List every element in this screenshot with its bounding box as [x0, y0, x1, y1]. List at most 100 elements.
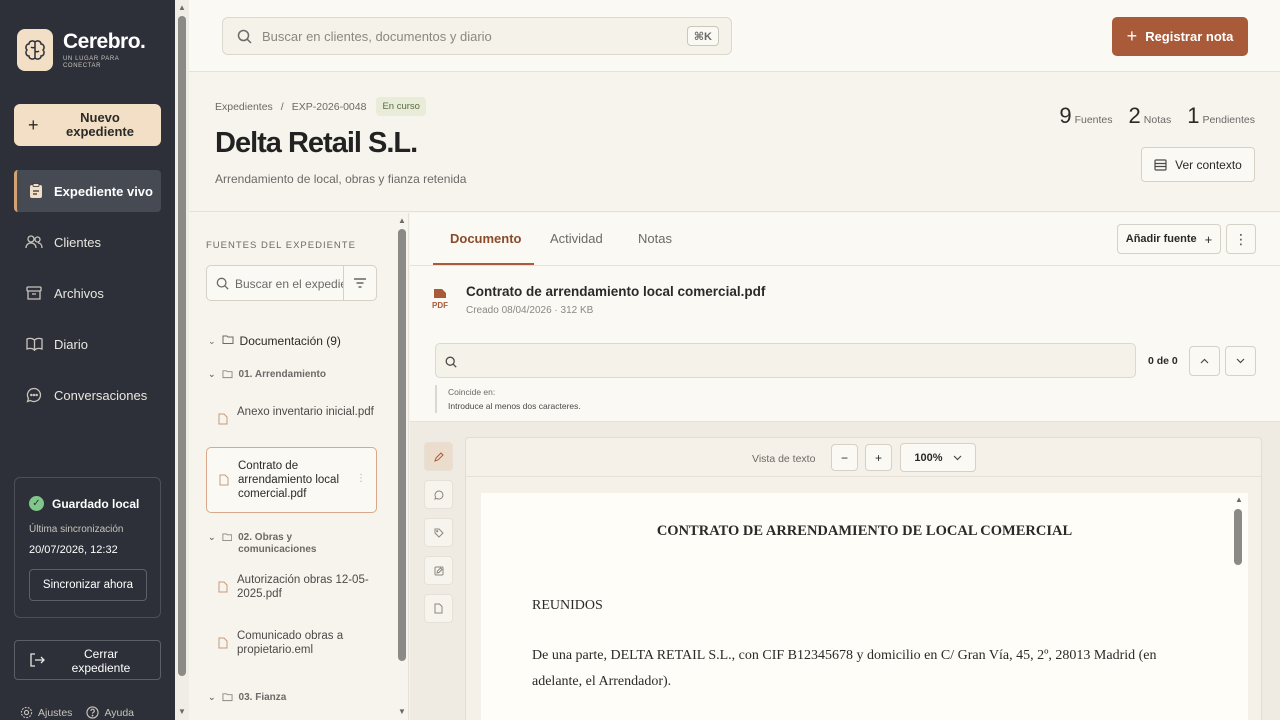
- tag-icon: [434, 528, 444, 538]
- tool-tag[interactable]: [424, 518, 453, 547]
- tree-folder-arrendamiento[interactable]: ⌄ 01. Arrendamiento: [208, 369, 326, 380]
- help-link[interactable]: Ayuda: [86, 706, 134, 719]
- view-context-label: Ver contexto: [1175, 157, 1242, 172]
- page-scroll-thumb[interactable]: [1234, 509, 1242, 565]
- search-icon: [216, 277, 229, 295]
- new-case-button[interactable]: + Nuevo expediente: [14, 104, 161, 146]
- tree-folder-obras[interactable]: ⌄ 02. Obras y comunicaciones: [208, 532, 368, 556]
- document-heading: CONTRATO DE ARRENDAMIENTO DE LOCAL COMER…: [656, 523, 1073, 539]
- find-previous-button[interactable]: [1189, 346, 1220, 376]
- tab-notas[interactable]: Notas: [638, 231, 672, 246]
- scroll-up-icon[interactable]: ▲: [1235, 495, 1243, 504]
- document-page: CONTRATO DE ARRENDAMIENTO DE LOCAL COMER…: [481, 493, 1248, 720]
- chevron-down-icon: ⌄: [208, 336, 216, 346]
- sources-search-input[interactable]: Buscar en el expediente: [206, 265, 377, 301]
- close-case-button[interactable]: Cerrar expediente: [14, 640, 161, 680]
- sidebar-item-archivos[interactable]: Archivos: [14, 272, 161, 314]
- book-icon: [14, 337, 54, 351]
- sync-title-row: ✓ Guardado local: [29, 496, 139, 511]
- tool-comment[interactable]: [424, 480, 453, 509]
- document-section: REUNIDOS: [532, 598, 603, 613]
- clipboard-icon: [17, 183, 54, 199]
- file-label: Contrato de arrendamiento local comercia…: [238, 460, 340, 500]
- find-match-count: 0 de 0: [1148, 355, 1178, 367]
- zoom-out-button[interactable]: −: [831, 444, 858, 471]
- find-next-button[interactable]: [1225, 346, 1256, 376]
- filter-icon[interactable]: [343, 266, 376, 300]
- scroll-thumb[interactable]: [398, 229, 406, 661]
- file-icon: [219, 474, 229, 486]
- settings-link[interactable]: Ajustes: [20, 706, 72, 719]
- tool-edit[interactable]: [424, 556, 453, 585]
- add-source-button[interactable]: Añadir fuente +: [1117, 224, 1221, 254]
- svg-text:PDF: PDF: [432, 301, 448, 310]
- folder-icon: [222, 693, 233, 702]
- viewer-area: Vista de texto − + 100% CONTRATO DE ARRE…: [410, 421, 1280, 720]
- more-vertical-icon[interactable]: ⋮: [356, 472, 366, 486]
- tree-file-selected[interactable]: Contrato de arrendamiento local comercia…: [206, 447, 377, 513]
- document-title: Contrato de arrendamiento local comercia…: [466, 284, 766, 299]
- sources-scrollbar[interactable]: ▲ ▼: [395, 213, 409, 720]
- tree-root-label: Documentación (9): [239, 334, 341, 348]
- stat-notes: 2 Notas: [1129, 103, 1172, 129]
- app-logo[interactable]: Cerebro. UN LUGAR PARA CONECTAR: [17, 29, 146, 71]
- breadcrumb-case-id[interactable]: EXP-2026-0048: [292, 101, 367, 113]
- folder-icon: [221, 533, 232, 541]
- scroll-up-icon[interactable]: ▲: [178, 3, 186, 12]
- scroll-up-icon[interactable]: ▲: [398, 216, 406, 225]
- tree-file[interactable]: Comunicado obras a propietario.eml: [206, 629, 377, 659]
- file-icon: [434, 603, 443, 614]
- sidebar-scrollbar[interactable]: ▲ ▼: [175, 0, 189, 720]
- sidebar-item-conversaciones[interactable]: Conversaciones: [14, 374, 161, 416]
- scroll-thumb[interactable]: [178, 16, 186, 676]
- tree-folder-fianza[interactable]: ⌄ 03. Fianza: [208, 692, 286, 703]
- tab-bar: Documento Actividad Notas Añadir fuente …: [410, 213, 1280, 266]
- tree-file[interactable]: Autorización obras 12-05-2025.pdf: [206, 573, 377, 603]
- top-bar: Buscar en clientes, documentos y diario …: [189, 0, 1280, 72]
- tree-file[interactable]: Anexo inventario inicial.pdf: [206, 405, 377, 441]
- tool-document[interactable]: [424, 594, 453, 623]
- check-circle-icon: ✓: [29, 496, 44, 511]
- tab-documento[interactable]: Documento: [450, 231, 522, 246]
- more-options-button[interactable]: ⋮: [1226, 224, 1256, 254]
- stat-sources: 9 Fuentes: [1059, 103, 1112, 129]
- sidebar-item-expediente-vivo[interactable]: Expediente vivo: [14, 170, 161, 212]
- gear-icon: [20, 706, 33, 719]
- sidebar-item-label: Conversaciones: [54, 387, 148, 403]
- folder-label: 01. Arrendamiento: [238, 369, 326, 380]
- breadcrumb-expedientes[interactable]: Expedientes: [215, 101, 273, 113]
- add-source-label: Añadir fuente: [1125, 233, 1197, 245]
- brain-icon: [17, 29, 53, 71]
- stat-label: Notas: [1143, 114, 1172, 126]
- folder-open-icon: [222, 335, 234, 344]
- find-hint: Coincide en: Introduce al menos dos cara…: [435, 385, 581, 413]
- zoom-select[interactable]: 100%: [900, 443, 976, 472]
- register-note-button[interactable]: + Registrar nota: [1112, 17, 1248, 56]
- file-label: Autorización obras 12-05-2025.pdf: [237, 574, 369, 600]
- stat-label: Fuentes: [1074, 114, 1113, 126]
- sidebar: Cerebro. UN LUGAR PARA CONECTAR + Nuevo …: [0, 0, 175, 720]
- stat-label: Pendientes: [1202, 114, 1255, 126]
- new-case-label: Nuevo expediente: [66, 110, 134, 139]
- tree-root-folder[interactable]: ⌄ Documentación (9): [208, 334, 341, 348]
- sync-now-button[interactable]: Sincronizar ahora: [29, 569, 147, 601]
- stat-value: 2: [1128, 103, 1141, 128]
- scroll-down-icon[interactable]: ▼: [398, 707, 406, 716]
- chevron-down-icon: [1236, 358, 1245, 364]
- tab-actividad[interactable]: Actividad: [550, 231, 603, 246]
- register-note-label: Registrar nota: [1145, 29, 1234, 44]
- close-case-label: Cerrar expediente: [71, 647, 131, 675]
- sidebar-item-clientes[interactable]: Clientes: [14, 221, 161, 263]
- view-context-button[interactable]: Ver contexto: [1141, 147, 1255, 182]
- shortcut-badge: ⌘K: [686, 26, 719, 46]
- case-header: Expedientes / EXP-2026-0048 En curso Del…: [189, 73, 1280, 212]
- zoom-in-button[interactable]: +: [865, 444, 892, 471]
- document-find-input[interactable]: [435, 343, 1136, 378]
- global-search-input[interactable]: Buscar en clientes, documentos y diario …: [222, 17, 732, 55]
- sidebar-item-diario[interactable]: Diario: [14, 323, 161, 365]
- tool-highlight[interactable]: [424, 442, 453, 471]
- sidebar-item-label: Diario: [54, 336, 88, 352]
- scroll-down-icon[interactable]: ▼: [178, 707, 186, 716]
- more-vertical-icon: ⋮: [1234, 230, 1248, 247]
- sync-title: Guardado local: [52, 496, 140, 511]
